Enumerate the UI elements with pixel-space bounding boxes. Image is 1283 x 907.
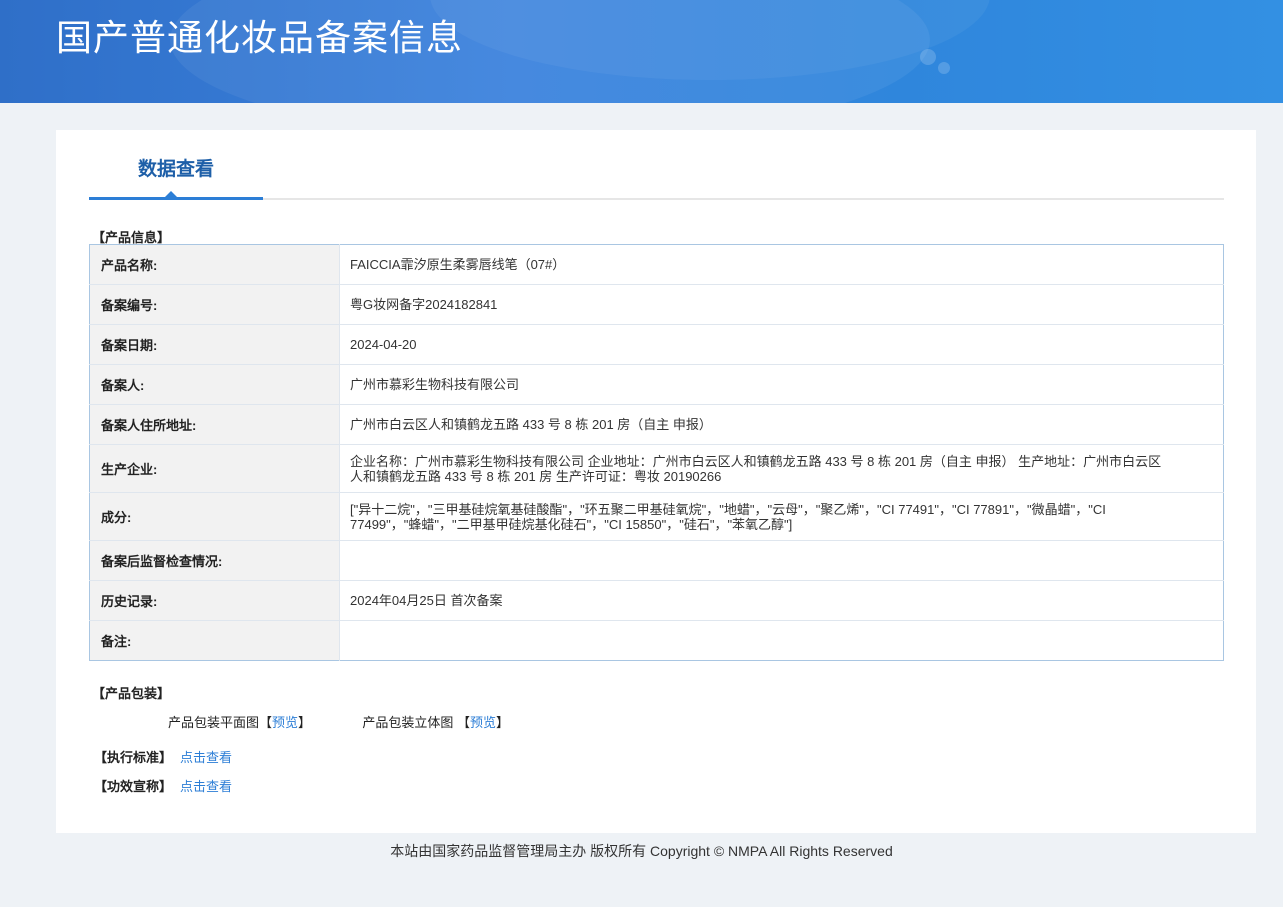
row-label: 历史记录: [89,580,340,621]
row-label: 备案后监督检查情况: [89,540,340,581]
content-card: 数据查看 【产品信息】 产品名称: FAICCIA霏汐原生柔雾唇线笔（07#） … [56,130,1256,833]
section-standard: 【执行标准】 [94,750,173,765]
row-label: 备案日期: [89,324,340,365]
tab-active-indicator [89,197,263,200]
bracket: 【 [456,715,470,730]
page-title: 国产普通化妆品备案信息 [56,18,464,59]
row-label: 备注: [89,620,340,661]
table-row: 备案后监督检查情况: [89,540,1224,581]
bracket: 】 [298,715,312,730]
row-value: 企业名称：广州市慕彩生物科技有限公司 企业地址：广州市白云区人和镇鹤龙五路 43… [339,444,1224,493]
table-row: 备案人住所地址: 广州市白云区人和镇鹤龙五路 433 号 8 栋 201 房（自… [89,404,1224,445]
table-row: 备案人: 广州市慕彩生物科技有限公司 [89,364,1224,405]
row-label: 成分: [89,492,340,541]
bracket: 【 [259,715,273,730]
efficacy-view-link[interactable]: 点击查看 [180,779,232,794]
table-row: 备注: [89,620,1224,661]
row-label: 备案人住所地址: [89,404,340,445]
solid-image-label: 产品包装立体图 [362,715,454,730]
table-row: 备案日期: 2024-04-20 [89,324,1224,365]
flat-preview-link[interactable]: 预览 [272,715,298,730]
bracket: 】 [495,715,509,730]
row-value: ["异十二烷"，"三甲基硅烷氧基硅酸酯"，"环五聚二甲基硅氧烷"，"地蜡"，"云… [339,492,1224,541]
efficacy-row: 【功效宣称】 点击查看 [94,776,232,795]
product-info-table: 产品名称: FAICCIA霏汐原生柔雾唇线笔（07#） 备案编号: 粤G妆网备字… [89,244,1224,661]
table-row: 成分: ["异十二烷"，"三甲基硅烷氧基硅酸酯"，"环五聚二甲基硅氧烷"，"地蜡… [89,492,1224,541]
section-efficacy: 【功效宣称】 [94,779,173,794]
row-value: 2024-04-20 [339,324,1224,365]
row-value: 广州市白云区人和镇鹤龙五路 433 号 8 栋 201 房（自主 申报） [339,404,1224,445]
section-packaging: 【产品包装】 [92,686,171,701]
solid-preview-link[interactable]: 预览 [470,715,496,730]
row-label: 备案编号: [89,284,340,325]
standard-row: 【执行标准】 点击查看 [94,747,232,766]
row-value [340,621,1224,661]
table-row: 备案编号: 粤G妆网备字2024182841 [89,284,1224,325]
flat-image-label: 产品包装平面图 [168,715,260,730]
row-label: 备案人: [89,364,340,405]
row-value [339,540,1224,581]
row-value: 粤G妆网备字2024182841 [339,284,1224,325]
table-row: 生产企业: 企业名称：广州市慕彩生物科技有限公司 企业地址：广州市白云区人和镇鹤… [89,444,1224,493]
banner-dot [938,62,950,74]
row-label: 产品名称: [89,244,340,285]
row-value: 广州市慕彩生物科技有限公司 [339,364,1224,405]
row-label: 生产企业: [89,444,340,493]
table-row: 产品名称: FAICCIA霏汐原生柔雾唇线笔（07#） [89,244,1224,285]
banner-dot [920,49,936,65]
row-value: FAICCIA霏汐原生柔雾唇线笔（07#） [339,244,1224,285]
table-row: 历史记录: 2024年04月25日 首次备案 [89,580,1224,621]
footer-copyright: 本站由国家药品监督管理局主办 版权所有 Copyright © NMPA All… [390,843,893,859]
standard-view-link[interactable]: 点击查看 [180,750,232,765]
header-banner: 国产普通化妆品备案信息 [0,0,1283,103]
row-value: 2024年04月25日 首次备案 [339,580,1224,621]
tab-caret-icon [165,191,177,197]
packaging-row: 产品包装平面图【预览】 产品包装立体图 【预览】 [168,712,509,731]
